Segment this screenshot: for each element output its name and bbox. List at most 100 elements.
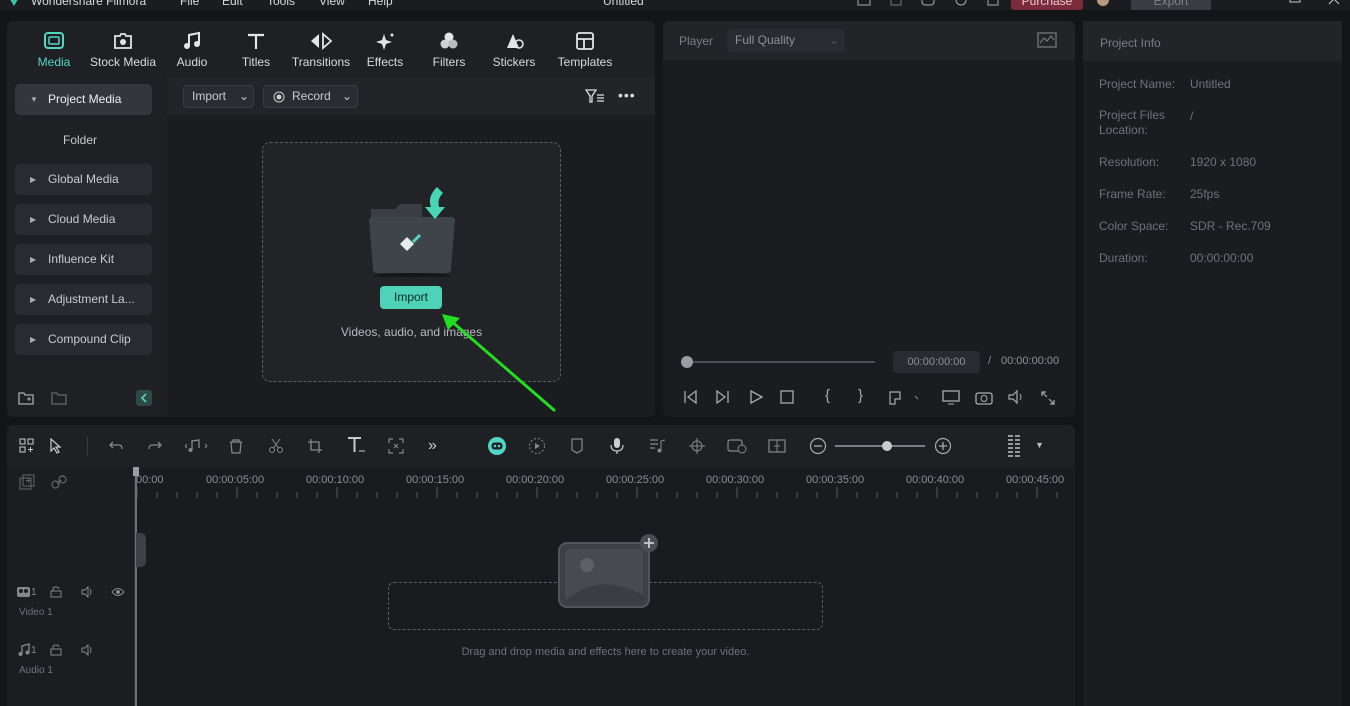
sidebar-item-adjustment-layer[interactable]: ▶ Adjustment La... [15,284,152,315]
delete-icon[interactable] [228,438,244,454]
display-icon[interactable] [942,389,960,405]
crop-icon[interactable] [307,438,323,454]
headset-icon[interactable] [954,0,968,8]
menu-edit[interactable]: Edit [222,0,243,8]
sidebar-item-label: Influence Kit [48,252,115,266]
tab-effects[interactable]: Effects [361,21,409,77]
stop-icon[interactable] [779,389,795,405]
track-height-icon[interactable] [1007,434,1021,458]
cloud-icon[interactable] [921,0,935,8]
speaker-icon[interactable] [81,644,95,656]
eye-icon[interactable] [111,587,125,597]
zoom-in-icon[interactable] [934,437,952,455]
redo-icon[interactable] [147,438,163,454]
play-icon[interactable] [748,389,764,405]
sidebar-item-label: Global Media [48,172,119,186]
notification-icon[interactable] [986,0,1000,8]
mark-in-icon[interactable]: { [825,387,830,404]
add-media-placeholder-icon[interactable] [557,533,661,609]
sidebar-item-cloud-media[interactable]: ▶ Cloud Media [15,204,152,235]
remove-folder-icon[interactable] [51,391,67,405]
tab-transitions[interactable]: Transitions [289,21,353,77]
timeline-playhead[interactable] [135,467,137,706]
more-options-icon[interactable]: ••• [618,87,636,103]
audio-track-icon [17,643,31,657]
insert-marker-icon[interactable] [888,390,918,406]
import-folder-icon [369,187,455,277]
tab-titles[interactable]: Titles [233,21,279,77]
layout-grid-icon[interactable] [19,438,35,454]
render-preview-icon[interactable] [528,437,546,455]
next-frame-icon[interactable] [715,389,731,405]
menu-help[interactable]: Help [368,0,393,8]
maximize-icon[interactable] [1289,0,1301,6]
current-time[interactable]: 00:00:00:00 [893,351,980,373]
speed-ramp-icon[interactable] [727,437,747,455]
mark-out-icon[interactable]: } [858,387,863,404]
zoom-out-icon[interactable] [809,437,827,455]
import-dropdown[interactable]: Import ⌄ [183,85,254,108]
more-tools-icon[interactable]: » [428,437,437,455]
lock-icon[interactable] [50,644,62,656]
split-screen-icon[interactable] [768,438,786,454]
tab-label: Filters [432,55,466,69]
playhead-marker[interactable] [133,467,139,476]
avatar[interactable] [1095,0,1111,8]
waveform-icon[interactable] [1037,32,1057,48]
undo-icon[interactable] [108,438,124,454]
record-dropdown[interactable]: Record ⌄ [263,85,358,108]
snapshot-icon[interactable] [975,389,993,405]
speaker-icon[interactable] [81,586,95,598]
minimize-icon[interactable] [1250,0,1262,6]
sidebar-item-folder[interactable]: Folder [63,133,97,147]
lock-icon[interactable] [50,586,62,598]
menu-view[interactable]: View [319,0,345,8]
tab-audio[interactable]: Audio [167,21,217,77]
ai-smart-cutout-icon[interactable] [688,437,706,455]
ai-copilot-icon[interactable] [487,436,507,456]
media-icon [29,30,79,52]
tab-filters[interactable]: Filters [425,21,473,77]
menu-file[interactable]: File [180,0,199,8]
audio-stretch-icon[interactable] [184,438,208,454]
volume-icon[interactable] [1007,389,1025,405]
tab-stickers[interactable]: Stickers [489,21,539,77]
marker-icon[interactable] [570,438,584,454]
link-icon[interactable] [51,474,67,490]
menu-tools[interactable]: Tools [267,0,295,8]
stickers-icon [489,30,539,52]
zoom-slider[interactable] [835,445,925,447]
microphone-icon[interactable] [609,437,625,455]
scissors-icon[interactable] [268,438,284,454]
tab-media[interactable]: Media [29,21,79,77]
collapse-sidebar-icon[interactable] [136,390,152,406]
app-logo-icon [6,0,24,8]
new-folder-icon[interactable] [18,391,34,405]
playhead-handle[interactable] [681,356,693,368]
playback-progress-track[interactable] [686,361,875,363]
sidebar-item-global-media[interactable]: ▶ Global Media [15,164,152,195]
sidebar-item-project-media[interactable]: ▼ Project Media [15,84,152,115]
add-track-icon[interactable] [19,474,35,490]
fullscreen-player-icon[interactable] [1040,390,1056,406]
previous-frame-icon[interactable] [682,389,698,405]
zoom-slider-handle[interactable] [882,441,892,451]
filter-sort-icon[interactable] [585,88,605,104]
select-pointer-icon[interactable] [49,438,67,454]
caret-down-icon[interactable]: ▼ [1035,440,1044,450]
tab-stock-media[interactable]: Stock Media [87,21,159,77]
close-icon[interactable] [1328,0,1340,6]
tab-templates[interactable]: Templates [550,21,620,77]
track-resize-handle[interactable] [136,533,146,567]
purchase-button[interactable]: Purchase [1011,0,1083,10]
layout-icon[interactable] [857,0,871,8]
auto-reframe-icon[interactable] [388,438,404,454]
sidebar-item-compound-clip[interactable]: ▶ Compound Clip [15,324,152,355]
import-button[interactable]: Import [380,286,442,309]
fullscreen-icon[interactable] [889,0,903,8]
export-button[interactable]: Export [1131,0,1211,10]
voiceover-icon[interactable] [648,437,666,455]
text-edit-icon[interactable] [347,436,367,454]
quality-dropdown[interactable]: Full Quality ⌄ [727,29,845,52]
sidebar-item-influence-kit[interactable]: ▶ Influence Kit [15,244,152,275]
